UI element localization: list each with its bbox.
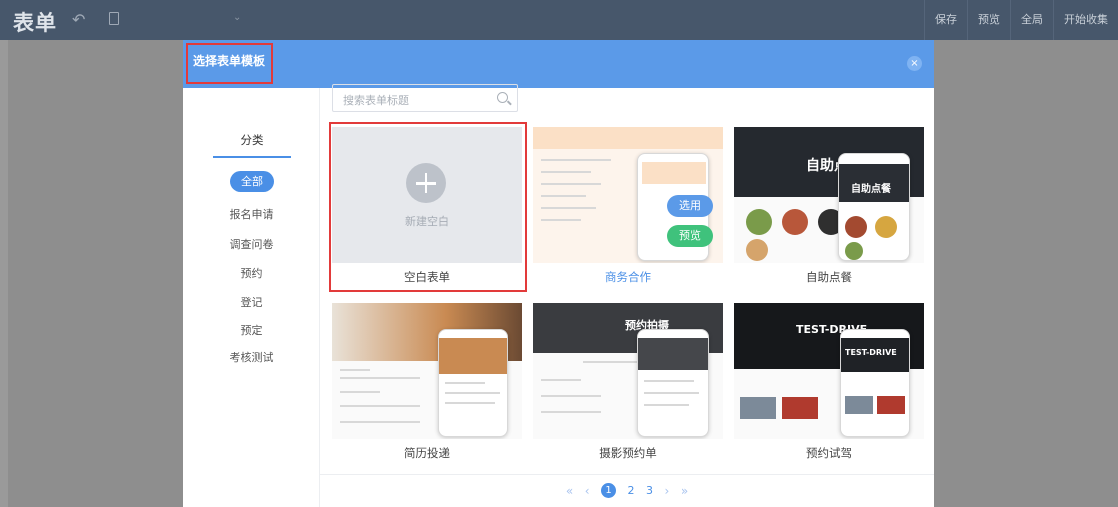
prev-page-button[interactable]: ‹: [585, 484, 590, 498]
use-template-button[interactable]: 选用: [667, 195, 713, 217]
template-card-business[interactable]: 选用 预览 商务合作: [533, 127, 723, 289]
template-name: 摄影预约单: [599, 446, 657, 460]
first-page-button[interactable]: «: [566, 484, 573, 498]
category-booking[interactable]: 预定: [183, 322, 320, 338]
page-1-button[interactable]: 1: [601, 483, 616, 498]
preview-button[interactable]: 预览: [967, 0, 1010, 40]
template-card-photo-booking[interactable]: 预约拍摄 摄影预约单: [533, 303, 723, 465]
template-card-resume[interactable]: 简历投递: [332, 303, 522, 465]
template-name: 预约试驾: [806, 446, 852, 460]
toolbar-actions: 保存 预览 全局 开始收集: [924, 0, 1118, 40]
thumb-banner: [533, 127, 723, 149]
category-survey[interactable]: 调查问卷: [183, 236, 320, 252]
next-page-button[interactable]: ›: [665, 484, 670, 498]
template-name: 自助点餐: [806, 270, 852, 284]
page-2-button[interactable]: 2: [628, 484, 635, 497]
last-page-button[interactable]: »: [681, 484, 688, 498]
top-toolbar: 表单 ↶ ⌄ 保存 预览 全局 开始收集: [0, 0, 1118, 40]
editor-canvas: [0, 40, 8, 507]
template-card-self-ordering[interactable]: 自助点餐 自助点餐 自助点餐: [734, 127, 924, 289]
template-thumbnail: [332, 303, 522, 439]
phone-preview: TEST-DRIVE: [840, 329, 910, 437]
page-3-button[interactable]: 3: [646, 484, 653, 497]
template-dialog: 选择表单模板 × 分类 全部 报名申请 调查问卷 预约 登记 预定 考核测试 搜…: [183, 40, 934, 507]
template-name: 简历投递: [404, 446, 450, 460]
thumb-subtitle: TEST-DRIVE: [845, 348, 897, 357]
document-icon[interactable]: [109, 12, 119, 25]
title-highlight-box: [186, 43, 273, 84]
divider: [320, 474, 934, 475]
save-button[interactable]: 保存: [924, 0, 967, 40]
category-appointment[interactable]: 预约: [183, 265, 320, 281]
template-thumbnail: 自助点餐 自助点餐: [734, 127, 924, 263]
start-collecting-button[interactable]: 开始收集: [1053, 0, 1118, 40]
chevron-down-icon[interactable]: ⌄: [233, 12, 241, 23]
category-all[interactable]: 全部: [230, 171, 274, 192]
app-logo: 表单: [13, 11, 57, 35]
template-name: 商务合作: [605, 270, 651, 284]
undo-icon[interactable]: ↶: [72, 10, 85, 29]
category-sidebar: 分类 全部 报名申请 调查问卷 预约 登记 预定 考核测试: [183, 88, 320, 507]
template-card-test-drive[interactable]: TEST-DRIVE TEST-DRIVE 预约试驾: [734, 303, 924, 465]
dialog-header: 选择表单模板 ×: [183, 40, 934, 88]
category-register[interactable]: 登记: [183, 294, 320, 310]
template-thumbnail: 预约拍摄: [533, 303, 723, 439]
search-icon[interactable]: [497, 92, 508, 103]
search-input[interactable]: 搜索表单标题: [332, 84, 518, 112]
template-thumbnail: TEST-DRIVE TEST-DRIVE: [734, 303, 924, 439]
phone-preview: 自助点餐: [838, 153, 910, 261]
global-settings-button[interactable]: 全局: [1010, 0, 1053, 40]
search-placeholder: 搜索表单标题: [343, 94, 409, 107]
preview-template-button[interactable]: 预览: [667, 225, 713, 247]
category-exam[interactable]: 考核测试: [183, 349, 320, 365]
pagination: « ‹ 1 2 3 › »: [183, 483, 934, 498]
category-registration[interactable]: 报名申请: [183, 206, 320, 222]
close-icon[interactable]: ×: [907, 56, 922, 71]
selection-highlight-box: [329, 122, 527, 292]
thumb-subtitle: 自助点餐: [851, 184, 891, 195]
category-header[interactable]: 分类: [213, 132, 291, 158]
phone-preview: [438, 329, 508, 437]
phone-preview: [637, 329, 709, 437]
template-thumbnail: 选用 预览: [533, 127, 723, 263]
